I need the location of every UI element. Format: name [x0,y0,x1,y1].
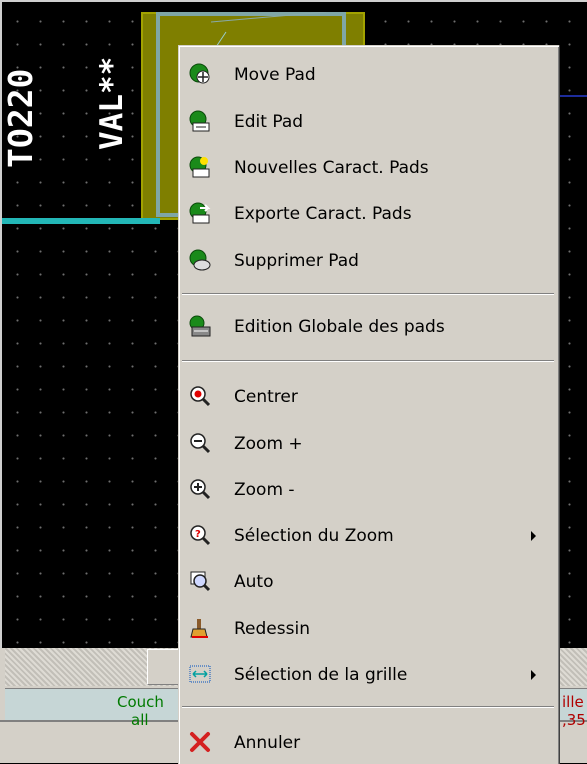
menu-item-label: Auto [234,572,274,592]
zoom-select-icon: ? [189,524,211,546]
menu-item-cancel[interactable]: Annuler [179,723,559,763]
zoom-out-magnifier-icon [189,432,211,454]
menu-item-label: Annuler [234,733,301,753]
menu-separator [182,293,554,295]
global-pad-edit-icon [189,315,211,337]
menu-separator [182,360,554,362]
menu-item-redraw[interactable]: Redessin [179,609,559,649]
menu-item-label: Sélection de la grille [234,665,408,685]
menu-item-edit-pad[interactable]: Edit Pad [179,102,559,142]
reference-label-text: TO220 [3,69,39,168]
delete-pad-icon [189,249,211,271]
menu-item-label: Edit Pad [234,112,304,132]
copper-track[interactable] [0,218,160,224]
redraw-icon [189,617,211,639]
menu-item-zoom-in[interactable]: Zoom + [179,424,559,464]
submenu-arrow-icon [531,531,536,541]
menu-item-zoom-select[interactable]: ? Sélection du Zoom [179,516,559,556]
submenu-arrow-icon [531,670,536,680]
reference-label[interactable]: TO220 [3,8,39,168]
menu-item-label: Supprimer Pad [234,251,359,271]
menu-item-delete-pad[interactable]: Supprimer Pad [179,241,559,281]
menu-item-global-pad-edit[interactable]: Edition Globale des pads [179,307,559,347]
value-label[interactable]: VAL** [93,45,129,150]
edit-pad-icon [189,110,211,132]
value-label-text: VAL** [94,57,129,150]
cancel-icon [189,731,211,753]
menu-item-auto[interactable]: Auto [179,562,559,602]
menu-item-label: Sélection du Zoom [234,526,394,546]
move-pad-icon [189,63,211,85]
menu-item-new-pad-settings[interactable]: Nouvelles Caract. Pads [179,148,559,188]
svg-text:?: ? [195,529,201,540]
menu-item-center[interactable]: Centrer [179,377,559,417]
export-pad-settings-icon [189,202,211,224]
menu-item-label: Nouvelles Caract. Pads [234,158,429,178]
menu-item-label: Exporte Caract. Pads [234,204,412,224]
menu-item-label: Zoom + [234,434,303,454]
grid-value: ,35 [562,711,586,729]
layer-value: all [131,711,149,729]
grid-label: ille [562,693,584,711]
menu-item-label: Redessin [234,619,310,639]
menu-item-move-pad[interactable]: Move Pad [179,55,559,95]
layer-label: Couch [117,693,164,711]
menu-item-label: Move Pad [234,65,316,85]
menu-item-label: Edition Globale des pads [234,317,445,337]
new-pad-settings-icon [189,156,211,178]
menu-item-zoom-out[interactable]: Zoom - [179,470,559,510]
menu-item-grid-select[interactable]: Sélection de la grille [179,655,559,695]
zoom-in-magnifier-icon [189,478,211,500]
context-menu: Move Pad Edit Pad Nouvelles Caract. Pads… [178,45,559,764]
menu-separator [182,706,554,708]
zoom-auto-icon [189,570,211,592]
grid-select-icon [189,663,211,685]
menu-item-label: Zoom - [234,480,295,500]
menu-item-export-pad-settings[interactable]: Exporte Caract. Pads [179,194,559,234]
center-icon [189,385,211,407]
menu-item-label: Centrer [234,387,298,407]
